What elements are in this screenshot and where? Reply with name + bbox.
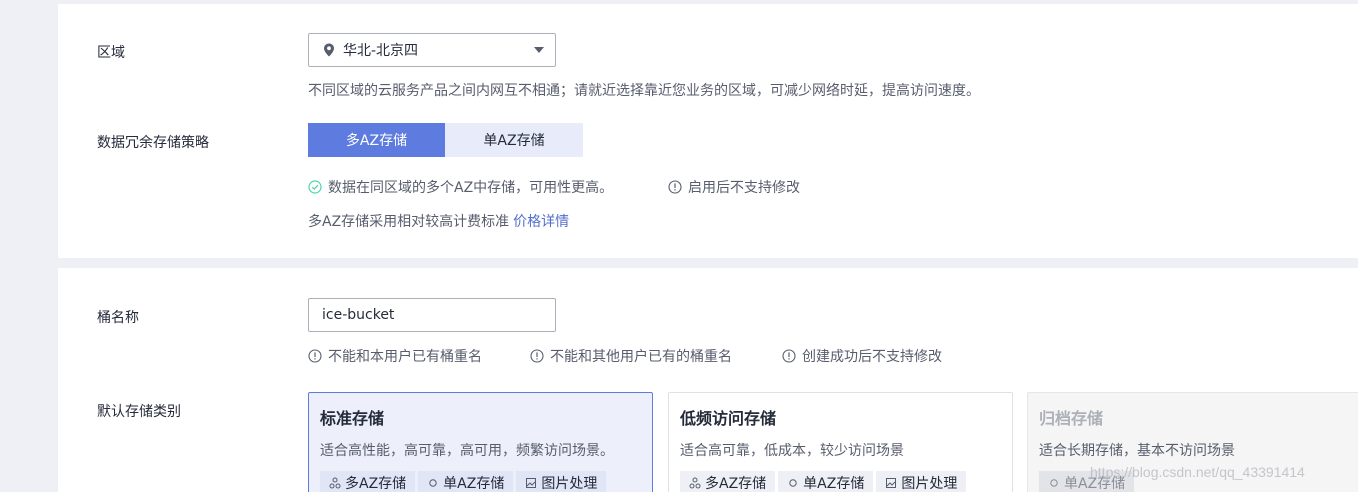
single-az-option[interactable]: 单AZ存储: [445, 123, 583, 157]
info-circle-icon: [308, 349, 322, 363]
bucket-rule-text: 不能和本用户已有桶重名: [328, 349, 482, 365]
storage-class-desc: 适合长期存储，基本不访问场景: [1039, 443, 1235, 459]
info-circle-icon: [782, 349, 796, 363]
image-icon: [886, 478, 897, 488]
tag-single-az: 单AZ存储: [418, 471, 514, 492]
storage-class-desc: 适合高可靠，低成本，较少访问场景: [680, 443, 904, 459]
info-circle-icon: [530, 349, 544, 363]
bucket-rule-text: 创建成功后不支持修改: [802, 349, 942, 365]
tag-text: 多AZ存储: [345, 476, 407, 492]
bucket-rule-text: 不能和其他用户已有的桶重名: [550, 349, 732, 365]
tag-multi-az: 多AZ存储: [320, 471, 416, 492]
tag-image-processing: 图片处理: [876, 471, 967, 492]
tag-image-processing: 图片处理: [516, 471, 607, 492]
storage-class-tags: 多AZ存储 单AZ存储 图片处理: [320, 471, 607, 492]
pricing-text: 多AZ存储采用相对较高计费标准: [308, 214, 510, 230]
tag-text: 图片处理: [901, 476, 958, 492]
bucket-name-label: 桶名称: [97, 310, 139, 326]
tag-text: 单AZ存储: [803, 476, 865, 492]
redundancy-availability-text: 数据在同区域的多个AZ中存储，可用性更高。: [328, 180, 614, 196]
bucket-rule-1: 不能和本用户已有桶重名: [308, 346, 482, 366]
region-select[interactable]: 华北-北京四: [308, 33, 556, 67]
redundancy-availability-hint: 数据在同区域的多个AZ中存储，可用性更高。: [308, 177, 613, 197]
tag-text: 图片处理: [541, 476, 598, 492]
storage-class-tags: 多AZ存储 单AZ存储 图片处理: [680, 471, 967, 492]
check-circle-icon: [308, 180, 322, 194]
storage-class-desc: 适合高性能，高可靠，高可用，频繁访问场景。: [320, 443, 614, 459]
tag-text: 多AZ存储: [705, 476, 767, 492]
pricing-note: 多AZ存储采用相对较高计费标准 价格详情: [308, 211, 569, 231]
multi-az-option[interactable]: 多AZ存储: [308, 123, 445, 157]
tag-multi-az: 多AZ存储: [680, 471, 776, 492]
bucket-name-input[interactable]: [308, 298, 556, 332]
storage-class-title: 低频访问存储: [680, 409, 777, 428]
region-hint: 不同区域的云服务产品之间内网互不相通；请就近选择靠近您业务的区域，可减少网络时延…: [308, 83, 980, 99]
redundancy-immutable-text: 启用后不支持修改: [688, 180, 800, 196]
storage-class-standard[interactable]: 标准存储 适合高性能，高可靠，高可用，频繁访问场景。 多AZ存储 单AZ存储 图…: [308, 392, 653, 492]
storage-class-title: 标准存储: [320, 409, 385, 428]
bucket-rule-3: 创建成功后不支持修改: [782, 346, 942, 366]
tag-text: 单AZ存储: [443, 476, 505, 492]
region-config-card: 区域 华北-北京四 不同区域的云服务产品之间内网互不相通；请就近选择靠近您业务的…: [58, 4, 1358, 258]
cluster-icon: [329, 477, 341, 489]
image-icon: [526, 478, 537, 488]
info-circle-icon: [668, 180, 682, 194]
circle-icon: [1050, 479, 1058, 487]
pricing-details-link[interactable]: 价格详情: [513, 211, 569, 231]
location-pin-icon: [324, 43, 334, 57]
bucket-config-card: 桶名称 不能和本用户已有桶重名 不能和其他用户已有的桶重名 创建成功后不支持修改…: [58, 268, 1358, 492]
cluster-icon: [689, 477, 701, 489]
tag-single-az: 单AZ存储: [778, 471, 874, 492]
chevron-down-icon: [534, 47, 544, 53]
storage-class-label: 默认存储类别: [97, 404, 181, 420]
watermark-text: https://blog.csdn.net/qq_43391414: [1090, 464, 1305, 480]
redundancy-immutable-hint: 启用后不支持修改: [668, 177, 800, 197]
region-label: 区域: [97, 45, 125, 61]
circle-icon: [429, 479, 437, 487]
region-value: 华北-北京四: [343, 43, 419, 59]
redundancy-label: 数据冗余存储策略: [97, 135, 209, 151]
circle-icon: [789, 479, 797, 487]
storage-class-infrequent[interactable]: 低频访问存储 适合高可靠，低成本，较少访问场景 多AZ存储 单AZ存储 图片处理: [668, 392, 1013, 492]
bucket-rule-2: 不能和其他用户已有的桶重名: [530, 346, 732, 366]
storage-class-title: 归档存储: [1039, 409, 1104, 428]
